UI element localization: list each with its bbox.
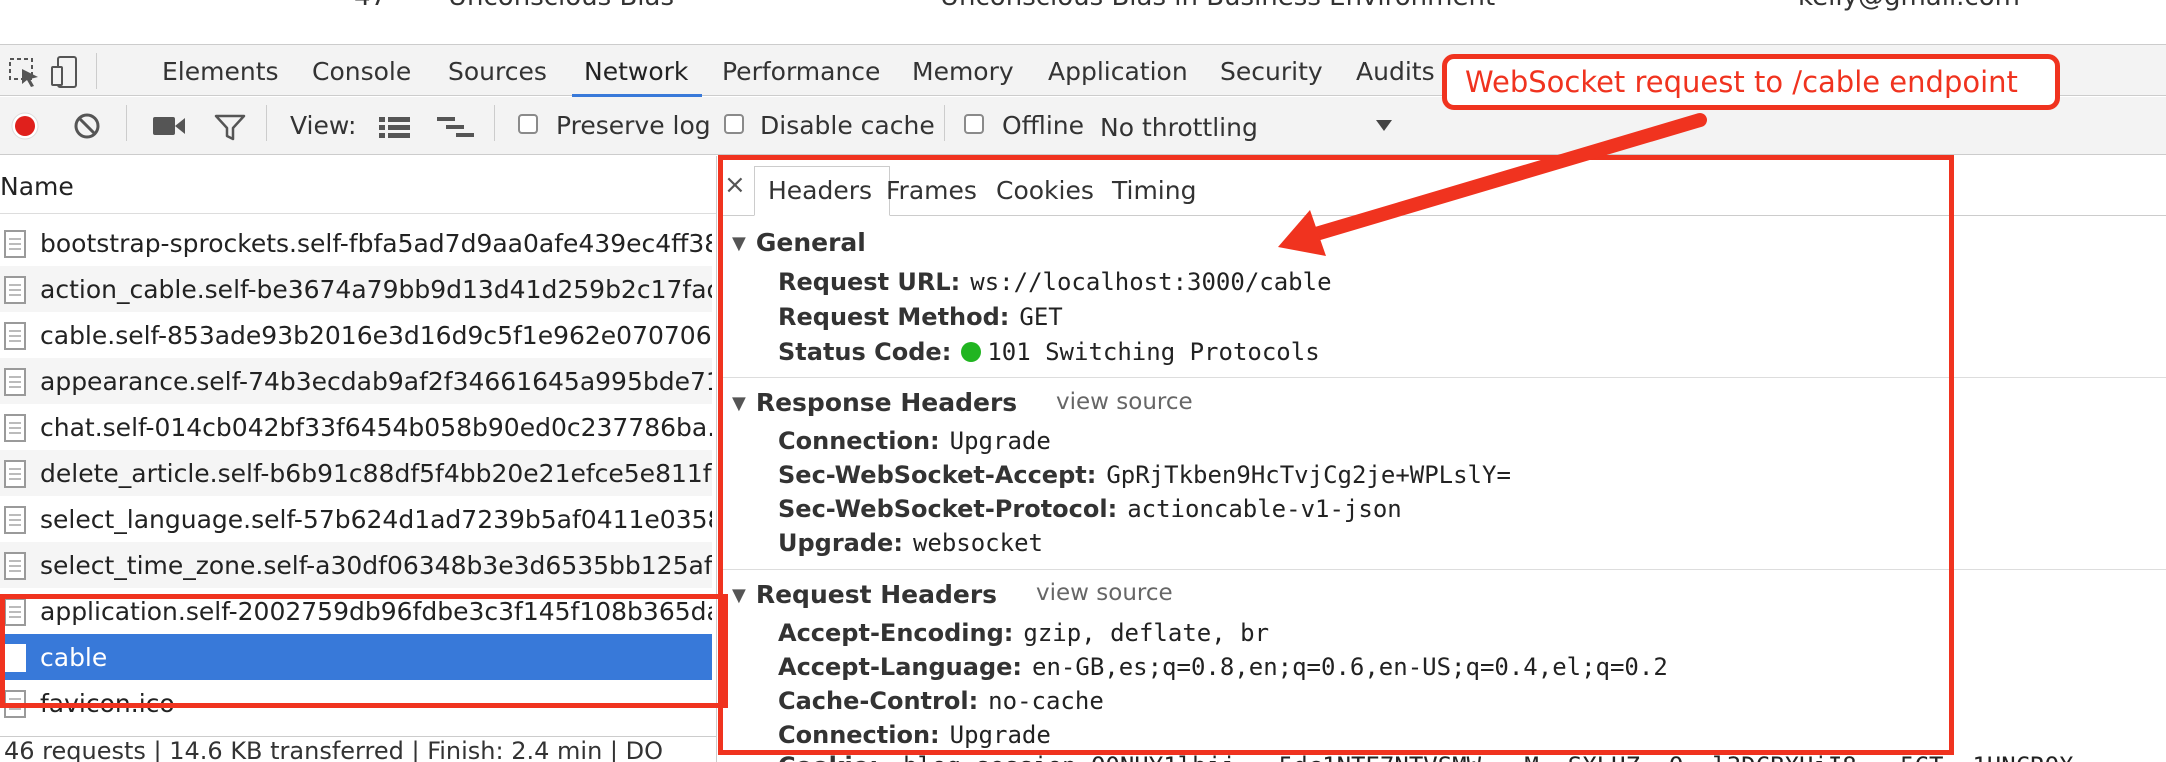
request-row[interactable]: action_cable.self-be3674a79bb9d13d41d259… — [0, 266, 712, 312]
tab-sources[interactable]: Sources — [448, 57, 547, 86]
file-icon — [4, 460, 26, 488]
file-icon — [4, 276, 26, 304]
clear-icon[interactable] — [72, 111, 102, 141]
tab-application[interactable]: Application — [1048, 57, 1188, 86]
screenshot-camera-icon[interactable] — [152, 115, 186, 137]
preserve-log-label: Preserve log — [556, 111, 711, 140]
request-row[interactable]: select_time_zone.self-a30df06348b3e3d653… — [0, 542, 712, 588]
offline-label: Offline — [1002, 111, 1085, 140]
row-title: Unconscious Bias — [448, 0, 674, 12]
file-icon — [4, 230, 26, 258]
tab-elements[interactable]: Elements — [162, 57, 279, 86]
request-row[interactable]: chat.self-014cb042bf33f6454b058b90ed0c23… — [0, 404, 712, 450]
row-description: Unconscious Bias in Business Environment — [940, 0, 1495, 12]
filter-icon[interactable] — [214, 113, 246, 141]
annotation-box-cable-row — [0, 594, 728, 708]
throttling-select[interactable]: No throttling — [1100, 113, 1258, 142]
file-icon — [4, 552, 26, 580]
inspect-element-icon[interactable] — [8, 57, 42, 87]
tab-console[interactable]: Console — [312, 57, 411, 86]
request-row[interactable]: bootstrap-sprockets.self-fbfa5ad7d9aa0af… — [0, 220, 712, 266]
file-icon — [4, 414, 26, 442]
request-row[interactable]: select_language.self-57b624d1ad7239b5af0… — [0, 496, 712, 542]
disable-cache-label: Disable cache — [760, 111, 935, 140]
large-rows-icon[interactable] — [378, 115, 412, 141]
file-icon — [4, 506, 26, 534]
name-column-header[interactable]: Name — [0, 156, 716, 214]
tab-security[interactable]: Security — [1220, 57, 1323, 86]
file-icon — [4, 322, 26, 350]
tab-performance[interactable]: Performance — [722, 57, 880, 86]
toolbar-separator — [266, 105, 267, 141]
tab-memory[interactable]: Memory — [912, 57, 1014, 86]
file-icon — [4, 368, 26, 396]
offline-checkbox[interactable] — [964, 114, 984, 134]
annotation-callout: WebSocket request to /cable endpoint — [1442, 54, 2060, 110]
annotation-arrow — [1278, 113, 1707, 256]
toolbar-separator — [96, 53, 97, 89]
page-table-row: 47 Unconscious Bias Unconscious Bias in … — [0, 0, 2166, 12]
row-index: 47 — [354, 0, 387, 12]
network-summary-bar: 46 requests | 14.6 KB transferred | Fini… — [0, 736, 716, 762]
disable-cache-checkbox[interactable] — [724, 114, 744, 134]
waterfall-overview-icon[interactable] — [436, 115, 476, 141]
tab-audits[interactable]: Audits — [1356, 57, 1435, 86]
toolbar-separator — [494, 105, 495, 141]
toolbar-separator — [944, 105, 945, 141]
request-row[interactable]: delete_article.self-b6b91c88df5f4bb20e21… — [0, 450, 712, 496]
request-row[interactable]: appearance.self-74b3ecdab9af2f34661645a9… — [0, 358, 712, 404]
preserve-log-checkbox[interactable] — [518, 114, 538, 134]
tab-network[interactable]: Network — [584, 57, 688, 86]
toolbar-separator — [126, 105, 127, 141]
row-email: kelly@gmail.com — [1798, 0, 2020, 12]
view-label: View: — [290, 111, 357, 140]
device-toolbar-icon[interactable] — [50, 55, 78, 89]
record-icon[interactable] — [10, 111, 40, 141]
request-row[interactable]: cable.self-853ade93b2016e3d16d9c5f1e962e… — [0, 312, 712, 358]
